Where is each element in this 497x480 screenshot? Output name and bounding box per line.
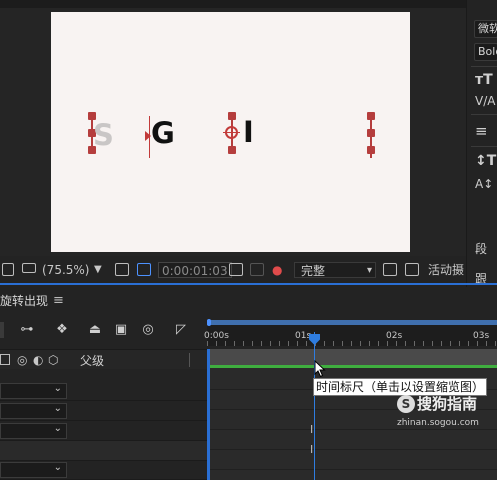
font-style-field[interactable]: Bold [474,43,497,61]
always-preview-icon[interactable] [2,263,14,276]
search-field-edge[interactable] [0,322,4,338]
layer-row[interactable]: ⌄ [0,421,207,441]
timecode-display[interactable]: 0:00:01:03 [158,262,232,278]
show-snapshot-icon[interactable] [250,263,264,276]
panel-focus-line [0,283,497,285]
parent-column-label: 父级 [80,354,105,368]
layer-row[interactable]: ⌄ [0,401,207,421]
chevron-down-icon: ⌄ [53,423,62,434]
character-panel: 微软 Bold ᴛT V/A ≡ ↕T A↕ 段 跟 [466,0,497,290]
kerning-icon[interactable]: V/A [475,94,495,108]
sogou-logo-icon: S [397,395,415,413]
work-area-edge [207,349,210,480]
letter-g[interactable]: G [151,119,175,148]
parent-dropdown[interactable]: ⌄ [0,403,67,419]
chevron-down-icon: ⌄ [53,403,62,414]
divider [471,146,497,147]
layer-row[interactable]: ⌄ [0,381,207,401]
transparency-grid-icon[interactable] [405,263,419,276]
timeline-toolbar: ⊶ ❖ ⏏ ▣ ◎ ◸ [0,313,207,348]
region-of-interest-icon[interactable] [383,263,397,276]
current-time-indicator[interactable] [314,332,315,480]
monitor-icon[interactable] [22,263,36,273]
ruler-label: 0:00s [204,331,229,341]
zoom-dropdown[interactable]: (75.5%) [42,262,89,278]
adjustment-icon[interactable]: ◐ [33,353,43,367]
timeline-header: 旋转出现 ≡ [0,287,497,313]
3d-layer-icon[interactable]: ⬡ [48,353,58,367]
switches-icon[interactable]: ◎ [17,353,27,367]
chevron-down-icon[interactable]: ▼ [94,262,102,278]
mouse-cursor-icon [314,360,326,378]
viewer-controls: (75.5%) ▼ 0:00:01:03 ● 完整 ▾ 活动摄 [0,259,466,281]
graph-editor-icon[interactable]: ◸ [173,322,189,338]
safe-zones-icon[interactable] [115,263,129,276]
keyframe-marker-icon[interactable]: I [310,443,313,456]
time-ruler[interactable]: 0:00s 01s 02s 03s [204,319,497,346]
chevron-down-icon: ⌄ [53,462,62,473]
letter-i[interactable]: I [243,118,254,147]
track-divider [210,429,497,430]
work-area-start-handle[interactable] [207,319,211,326]
layer-bound-line [370,116,372,158]
ruler-ticks [207,341,497,346]
divider [471,66,497,67]
chevron-down-icon: ⌄ [53,383,62,394]
layer-columns-header: ◎ ◐ ⬡ 父级 [0,349,207,369]
baseline-shift-icon[interactable]: A↕ [475,177,493,191]
frame-blending-icon[interactable]: ▣ [113,322,129,338]
track-divider [210,449,497,450]
composition-canvas[interactable]: S G I [51,12,410,252]
layer-duration-bar[interactable] [210,365,497,368]
ruler-label: 01s [295,331,312,341]
motion-blur-icon[interactable]: ◎ [140,322,156,338]
composition-range-bar[interactable] [210,349,497,365]
watermark-brand: 搜狗指南 [417,395,478,413]
ruler-label: 02s [386,331,403,341]
vertical-scale-icon[interactable]: ↕T [475,153,496,169]
layer-list: ⌄ ⌄ ⌄ ⌄ [0,369,207,480]
track-divider [210,469,497,470]
watermark-url: zhinan.sogou.com [397,418,479,428]
resolution-value: 完整 [301,264,326,278]
keyframe-marker-icon[interactable]: I [310,423,313,436]
column-separator[interactable] [189,353,190,367]
mask-visibility-icon[interactable] [137,263,151,276]
tab-timeline-composition[interactable]: 旋转出现 [0,292,48,309]
letter-s[interactable]: S [93,121,114,150]
resolution-dropdown[interactable]: 完整 ▾ [294,262,376,278]
composition-flowchart-icon[interactable]: ⊶ [19,322,35,338]
chevron-down-icon: ▾ [366,265,372,276]
align-menu-icon[interactable]: ≡ [475,122,488,140]
ruler-label: 03s [473,331,490,341]
parent-dropdown[interactable]: ⌄ [0,423,67,439]
layer-row[interactable]: ⌄ [0,460,207,480]
layer-row[interactable] [0,441,207,461]
composition-viewer: S G I [0,0,466,256]
snapshot-camera-icon[interactable] [229,263,243,276]
font-family-field[interactable]: 微软 [474,20,497,38]
anchor-point-icon[interactable] [223,124,240,141]
font-size-icon[interactable]: ᴛT [475,72,493,88]
active-camera-dropdown[interactable]: 活动摄 [428,262,464,278]
panel-menu-icon[interactable]: ≡ [53,293,64,308]
parent-dropdown[interactable]: ⌄ [0,462,67,478]
solo-icon[interactable] [0,354,10,365]
divider [471,114,497,115]
shy-layers-icon[interactable]: ⏏ [87,322,103,338]
viewer-top-bar [0,0,466,8]
parent-dropdown[interactable]: ⌄ [0,383,67,399]
panel-section-label: 段 [475,242,488,256]
timeline-tracks[interactable]: I I [207,349,497,480]
work-area-bar[interactable] [207,319,497,326]
color-channels-icon[interactable]: ● [272,262,282,278]
draft-3d-icon[interactable]: ❖ [54,322,70,338]
